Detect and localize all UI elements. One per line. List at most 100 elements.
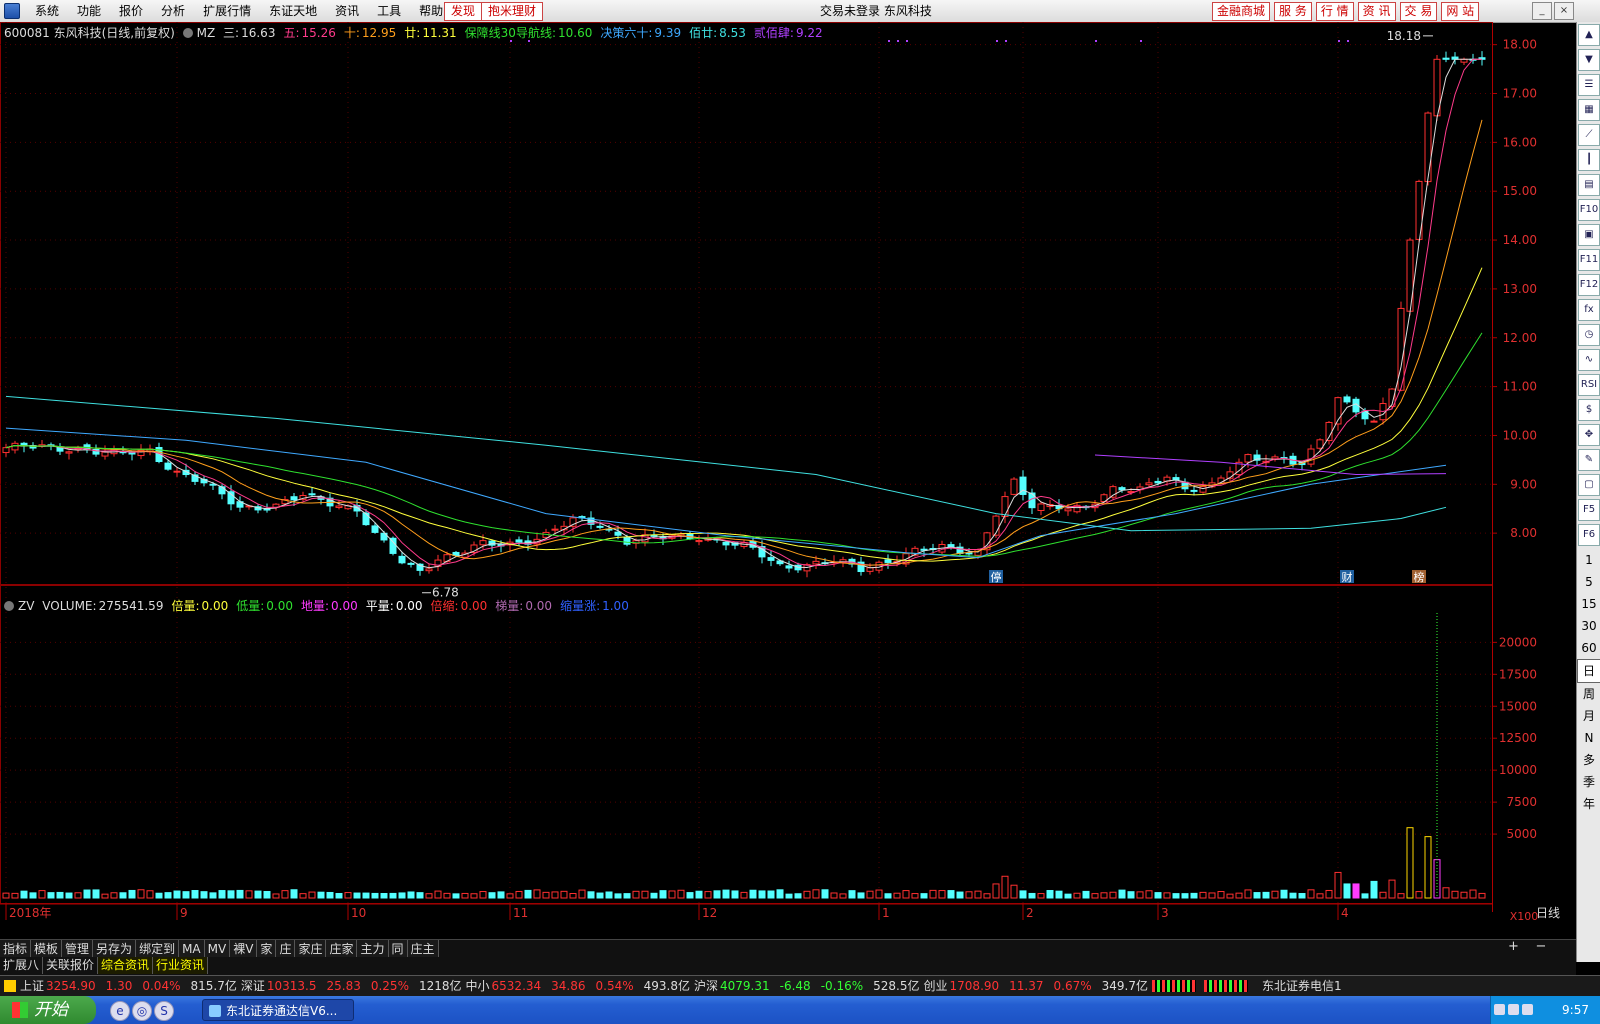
info-tab[interactable]: 关联报价: [43, 957, 99, 974]
indicator-tab[interactable]: 同: [388, 940, 408, 958]
period-3[interactable]: 30: [1578, 615, 1600, 637]
top-button[interactable]: 资 讯: [1357, 2, 1396, 21]
move-icon[interactable]: ✥: [1578, 424, 1600, 446]
f11-icon[interactable]: F11: [1578, 249, 1600, 271]
indicator-tab[interactable]: 家庄: [295, 940, 327, 958]
menu-item[interactable]: 扩展行情: [194, 0, 260, 22]
period-1[interactable]: 5: [1578, 571, 1600, 593]
ie-icon[interactable]: e: [110, 1001, 130, 1021]
clock-icon[interactable]: ◷: [1578, 324, 1600, 346]
indicator-tab[interactable]: 指标: [0, 940, 32, 958]
menu-item[interactable]: 分析: [152, 0, 194, 22]
wave-icon[interactable]: ∿: [1578, 349, 1600, 371]
menu-item[interactable]: 工具: [368, 0, 410, 22]
candle-down: [614, 531, 622, 536]
volume-bar: [1361, 893, 1369, 899]
period-9[interactable]: 多: [1578, 749, 1600, 771]
indicator-tab[interactable]: MV: [204, 940, 231, 958]
period-5[interactable]: 日: [1577, 659, 1600, 683]
period-0[interactable]: 1: [1578, 549, 1600, 571]
period-2[interactable]: 15: [1578, 593, 1600, 615]
ticker-index[interactable]: 创业 1708.90 11.37 0.67% 349.7亿: [924, 976, 1148, 996]
f6-icon[interactable]: F6: [1578, 524, 1600, 546]
indicator-tab[interactable]: 另存为: [93, 940, 137, 958]
info-tab[interactable]: 综合资讯: [98, 957, 154, 974]
top-button[interactable]: 金融商城: [1212, 2, 1271, 21]
top-button[interactable]: 网 站: [1441, 2, 1480, 21]
volume-tick-label: 7500: [1506, 795, 1537, 809]
pencil-icon[interactable]: ✎: [1578, 449, 1600, 471]
indicator-dropdown-icon[interactable]: [182, 28, 193, 38]
indicator-tab[interactable]: 裸V: [230, 940, 258, 958]
volume-bar: [1307, 889, 1315, 899]
top-button[interactable]: 行 情: [1315, 2, 1354, 21]
period-6[interactable]: 周: [1578, 683, 1600, 705]
indicator-tab[interactable]: 绑定到: [136, 940, 180, 958]
f12-icon[interactable]: F12: [1578, 274, 1600, 296]
ticker-index[interactable]: 中小 6532.34 34.86 0.54% 493.8亿: [466, 976, 690, 996]
period-10[interactable]: 季: [1578, 771, 1600, 793]
menu-item[interactable]: 东证天地: [260, 0, 326, 22]
money-icon[interactable]: $: [1578, 399, 1600, 421]
tray-network-icon[interactable]: [1494, 1004, 1505, 1015]
browser-icon[interactable]: ◎: [132, 1001, 152, 1021]
indicator-tab[interactable]: 主力: [357, 940, 389, 958]
top-button[interactable]: 服 务: [1274, 2, 1312, 21]
indicator-tab[interactable]: 庄: [276, 940, 296, 958]
menu-item[interactable]: 资讯: [326, 0, 368, 22]
f5-icon[interactable]: F5: [1578, 499, 1600, 521]
f10-icon[interactable]: F10: [1578, 199, 1600, 221]
app-quicklaunch-icon[interactable]: S: [154, 1001, 174, 1021]
period-11[interactable]: 年: [1578, 793, 1600, 815]
indicator-tab[interactable]: 管理: [62, 940, 94, 958]
taskbar-app-item[interactable]: 东北证券通达信V6...: [202, 999, 354, 1021]
candle-icon[interactable]: ┃: [1578, 149, 1600, 171]
period-7[interactable]: 月: [1578, 705, 1600, 727]
period-4[interactable]: 60: [1578, 637, 1600, 659]
info-tab[interactable]: 扩展八: [0, 957, 44, 974]
legend-item: 三: 16.63: [223, 26, 279, 40]
menu-item[interactable]: 系统: [26, 0, 68, 22]
fx-icon[interactable]: fx: [1578, 299, 1600, 321]
volume-bar: [416, 892, 424, 899]
indicator-tab[interactable]: 庄家: [326, 940, 358, 958]
zoom-in-icon[interactable]: +: [1508, 939, 1519, 954]
list-icon[interactable]: ☰: [1578, 74, 1600, 96]
arrow-up-icon[interactable]: ▲: [1578, 24, 1600, 46]
close-icon[interactable]: ×: [1554, 2, 1574, 20]
calc-icon[interactable]: ▣: [1578, 224, 1600, 246]
volume-bar: [1001, 875, 1009, 899]
mili-finance-button[interactable]: 抱米理财: [481, 2, 544, 21]
high-label: 18.18: [1387, 29, 1421, 43]
volume-indicator-name[interactable]: ZV: [18, 599, 34, 613]
menu-item[interactable]: 功能: [68, 0, 110, 22]
indicator-tab[interactable]: MA: [179, 940, 205, 958]
indicator-name[interactable]: MZ: [197, 26, 216, 40]
arrow-down-icon[interactable]: ▼: [1578, 49, 1600, 71]
line-chart-icon[interactable]: ⟋: [1578, 124, 1600, 146]
table-icon[interactable]: ▤: [1578, 174, 1600, 196]
rsi-icon[interactable]: RSI: [1578, 374, 1600, 396]
stock-chart[interactable]: 18.0017.0016.0015.0014.0013.0012.0011.00…: [0, 22, 1576, 939]
info-tab[interactable]: 行业资讯: [153, 957, 209, 974]
indicator-tab[interactable]: 模板: [31, 940, 63, 958]
ticker-index[interactable]: 深证 10313.5 25.83 0.25% 1218亿: [241, 976, 462, 996]
indicator-tab[interactable]: 家: [257, 940, 277, 958]
menu-item[interactable]: 报价: [110, 0, 152, 22]
start-button[interactable]: 开始: [0, 996, 96, 1024]
doc-icon[interactable]: ▢: [1578, 474, 1600, 496]
zoom-out-icon[interactable]: −: [1535, 939, 1546, 954]
discover-button[interactable]: 发现: [444, 2, 483, 21]
volume-bar: [1298, 893, 1306, 899]
menu-items: 系统 功能 报价 分析 扩展行情 东证天地 资讯 工具 帮助: [26, 0, 452, 22]
ticker-index[interactable]: 上证 3254.90 1.30 0.04% 815.7亿: [20, 976, 237, 996]
ticker-index[interactable]: 沪深 4079.31 -6.48 -0.16% 528.5亿: [694, 976, 920, 996]
tray-volume-icon[interactable]: [1508, 1004, 1519, 1015]
period-8[interactable]: N: [1578, 727, 1600, 749]
tray-app-icon[interactable]: [1522, 1004, 1533, 1015]
indicator-tab[interactable]: 庄主: [407, 940, 439, 958]
top-button[interactable]: 交 易: [1399, 2, 1438, 21]
grid-icon[interactable]: ▦: [1578, 99, 1600, 121]
volume-indicator-dropdown-icon[interactable]: [4, 601, 14, 611]
minimize-icon[interactable]: _: [1532, 2, 1552, 20]
